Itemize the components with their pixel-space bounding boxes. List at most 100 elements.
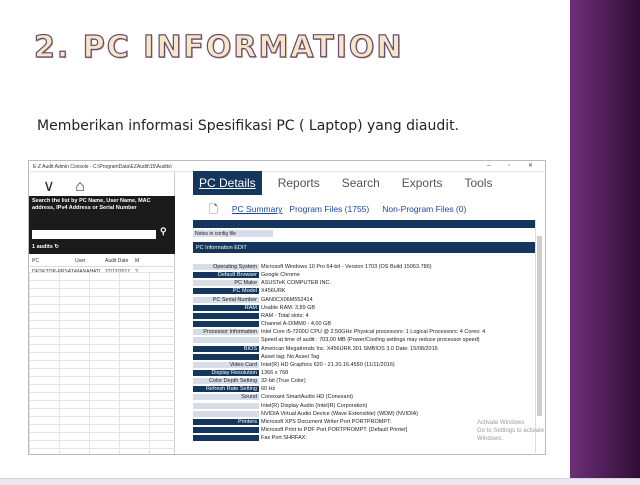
pc-info-key: PC Model: [193, 288, 259, 295]
panel-top-bar: [193, 220, 535, 228]
notes-cell: Notes in config file: [193, 230, 273, 237]
slide-subtitle: Memberikan informasi Spesifikasi PC ( La…: [37, 118, 460, 134]
pc-info-row: Asset tag: No Asset Tag: [193, 353, 535, 360]
pc-info-row: PC Make ASUSTeK COMPUTER INC.: [193, 280, 535, 287]
refresh-icon[interactable]: ↻: [54, 244, 59, 250]
col-pc[interactable]: PC: [29, 258, 75, 264]
col-audit-date[interactable]: Audit Date: [105, 258, 135, 264]
audit-list-pane: ∨ ⌂ Search the list by PC Name, User Nam…: [29, 172, 175, 454]
pc-info-row: Color Depth Setting 32-bit (True Color): [193, 378, 535, 385]
home-icon[interactable]: ⌂: [75, 178, 85, 195]
pc-info-row: Video Card Intel(R) HD Graphics 620 - 21.…: [193, 361, 535, 368]
search-icon[interactable]: ⚲: [160, 227, 167, 236]
pc-info-key: [193, 321, 259, 328]
watermark-line2: Go to Settings to activate Windows.: [477, 428, 545, 442]
pc-info-key: RAM: [193, 304, 259, 311]
audits-count: 1 audits ↻: [32, 244, 59, 250]
pc-info-key: BIOS: [193, 345, 259, 352]
table-grid: [29, 272, 175, 454]
slide-bottom-rule: [0, 478, 640, 485]
pc-info-key: Color Depth Setting: [193, 378, 259, 385]
pc-info-value: Microsoft Windows 10 Pro 64-bit - Versio…: [261, 264, 432, 270]
pc-info-row: Channel A-DIMM0 - 4,00 GB: [193, 321, 535, 328]
pc-info-value: GAN0CX06M552414: [261, 296, 313, 303]
pc-info-key: [193, 427, 259, 433]
pc-info-key: PC Serial Number: [193, 296, 259, 303]
pc-info-key: [193, 402, 259, 409]
pc-info-value: American Megatrends Inc. X456URK.301 SMB…: [261, 345, 438, 352]
pc-info-key: PC Make: [193, 280, 259, 287]
pc-info-row: Operating System Microsoft Windows 10 Pro…: [193, 264, 535, 270]
pc-info-key: Default Browser: [193, 272, 259, 279]
col-user[interactable]: User: [75, 258, 105, 264]
watermark-line1: Activate Windows: [477, 420, 525, 426]
pc-info-key: Sound: [193, 394, 259, 401]
pc-info-key: [193, 337, 259, 344]
window-controls[interactable]: – ▫ ✕: [487, 162, 541, 169]
pc-info-row: Default Browser Google Chrome: [193, 272, 535, 279]
detail-links: 🗋 PC Summary Program Files (1755) Non-Pr…: [209, 204, 473, 220]
pc-info-row: Processor Information Intel Core i5-7200U…: [193, 329, 535, 336]
pc-info-row: Speed at time of audit : 703,00 MB (Powe…: [193, 337, 535, 344]
activate-windows-watermark: Activate Windows Go to Settings to activ…: [477, 419, 545, 443]
pc-info-value: Intel Core i5-7200U CPU @ 2.50GHz Physic…: [261, 329, 486, 336]
pc-info-value: X456URK: [261, 288, 286, 295]
pc-info-value: Microsoft XPS Document Writer Port PORTP…: [261, 418, 392, 425]
pc-info-key: [193, 312, 259, 319]
pc-info-row: Sound Conexant SmartAudio HD (Conexant): [193, 394, 535, 401]
pc-summary-link[interactable]: PC Summary: [232, 204, 283, 220]
slide-title: 2. PC INFORMATION: [33, 29, 404, 65]
pc-info-value: ASUSTeK COMPUTER INC.: [261, 280, 331, 287]
pc-info-key: Display Resolution: [193, 369, 259, 376]
back-chevron-icon[interactable]: ∨: [43, 178, 55, 195]
pc-info-key: [193, 435, 259, 442]
pc-info-value: 32-bit (True Color): [261, 378, 306, 385]
pc-info-value: Google Chrome: [261, 272, 300, 279]
pc-info-value: Intel(R) Display Audio (Intel(R) Corpora…: [261, 402, 368, 409]
document-icon: 🗋: [209, 204, 218, 216]
tab-exports[interactable]: Exports: [396, 171, 449, 195]
pc-info-value: RAM - Total slots: 4: [261, 312, 309, 319]
pc-info-key: Refresh Rate Setting: [193, 386, 259, 393]
pc-info-key: Processor Information: [193, 329, 259, 336]
tab-search[interactable]: Search: [336, 171, 386, 195]
app-screenshot: E-Z Audit Admin Console - C:\ProgramData…: [28, 160, 546, 455]
pc-info-key: Video Card: [193, 361, 259, 368]
pc-info-value: Intel(R) HD Graphics 620 - 21.20.16.4550…: [261, 361, 395, 368]
pc-info-value: Conexant SmartAudio HD (Conexant): [261, 394, 354, 401]
pc-info-row: Refresh Rate Setting 60 Hz: [193, 386, 535, 393]
table-header: PC User Audit Date M: [29, 256, 175, 267]
pc-info-value: Speed at time of audit : 703,00 MB (Powe…: [261, 337, 480, 344]
pc-info-row: PC Serial Number GAN0CX06M552414: [193, 296, 535, 303]
pc-info-row: BIOS American Megatrends Inc. X456URK.301…: [193, 345, 535, 352]
pc-info-value: 60 Hz: [261, 386, 276, 393]
search-label: Search the list by PC Name, User Name, M…: [32, 198, 151, 211]
pc-info-value: Asset tag: No Asset Tag: [261, 353, 320, 360]
pc-info-key: Operating System: [193, 264, 259, 270]
pc-info-value: 1366 x 768: [261, 369, 289, 376]
col-m[interactable]: M: [135, 258, 165, 264]
pc-information-header[interactable]: PC Information EDIT: [193, 242, 535, 253]
slide-side-band: [570, 0, 640, 485]
pc-info-value: Microsoft Print to PDF Port PORTPROMPT: …: [261, 427, 408, 433]
program-files-link[interactable]: Program Files (1755): [289, 204, 369, 220]
search-panel: Search the list by PC Name, User Name, M…: [29, 196, 175, 254]
pc-info-value: Fax Port SHRFAX:: [261, 435, 307, 442]
pc-info-key: [193, 353, 259, 360]
pc-info-value: Usable RAM: 3,89 GB: [261, 304, 316, 311]
scrollbar-thumb[interactable]: [537, 236, 542, 416]
search-input[interactable]: [32, 230, 156, 239]
pc-info-row: RAM Usable RAM: 3,89 GB: [193, 304, 535, 311]
tab-reports[interactable]: Reports: [272, 171, 326, 195]
pc-info-row: PC Model X456URK: [193, 288, 535, 295]
non-program-files-link[interactable]: Non-Program Files (0): [382, 204, 466, 220]
tab-pc-details[interactable]: PC Details: [193, 171, 262, 195]
pc-info-value: Channel A-DIMM0 - 4,00 GB: [261, 321, 332, 328]
pc-info-key: [193, 410, 259, 417]
pc-info-key: Printers: [193, 418, 259, 425]
pc-info-value: NVIDIA Virtual Audio Device (Wave Extens…: [261, 410, 419, 417]
tab-tools[interactable]: Tools: [458, 171, 498, 195]
pc-info-row: NVIDIA Virtual Audio Device (Wave Extens…: [193, 410, 535, 417]
nav-row: ∨ ⌂: [43, 176, 101, 196]
pc-info-row: Intel(R) Display Audio (Intel(R) Corpora…: [193, 402, 535, 409]
